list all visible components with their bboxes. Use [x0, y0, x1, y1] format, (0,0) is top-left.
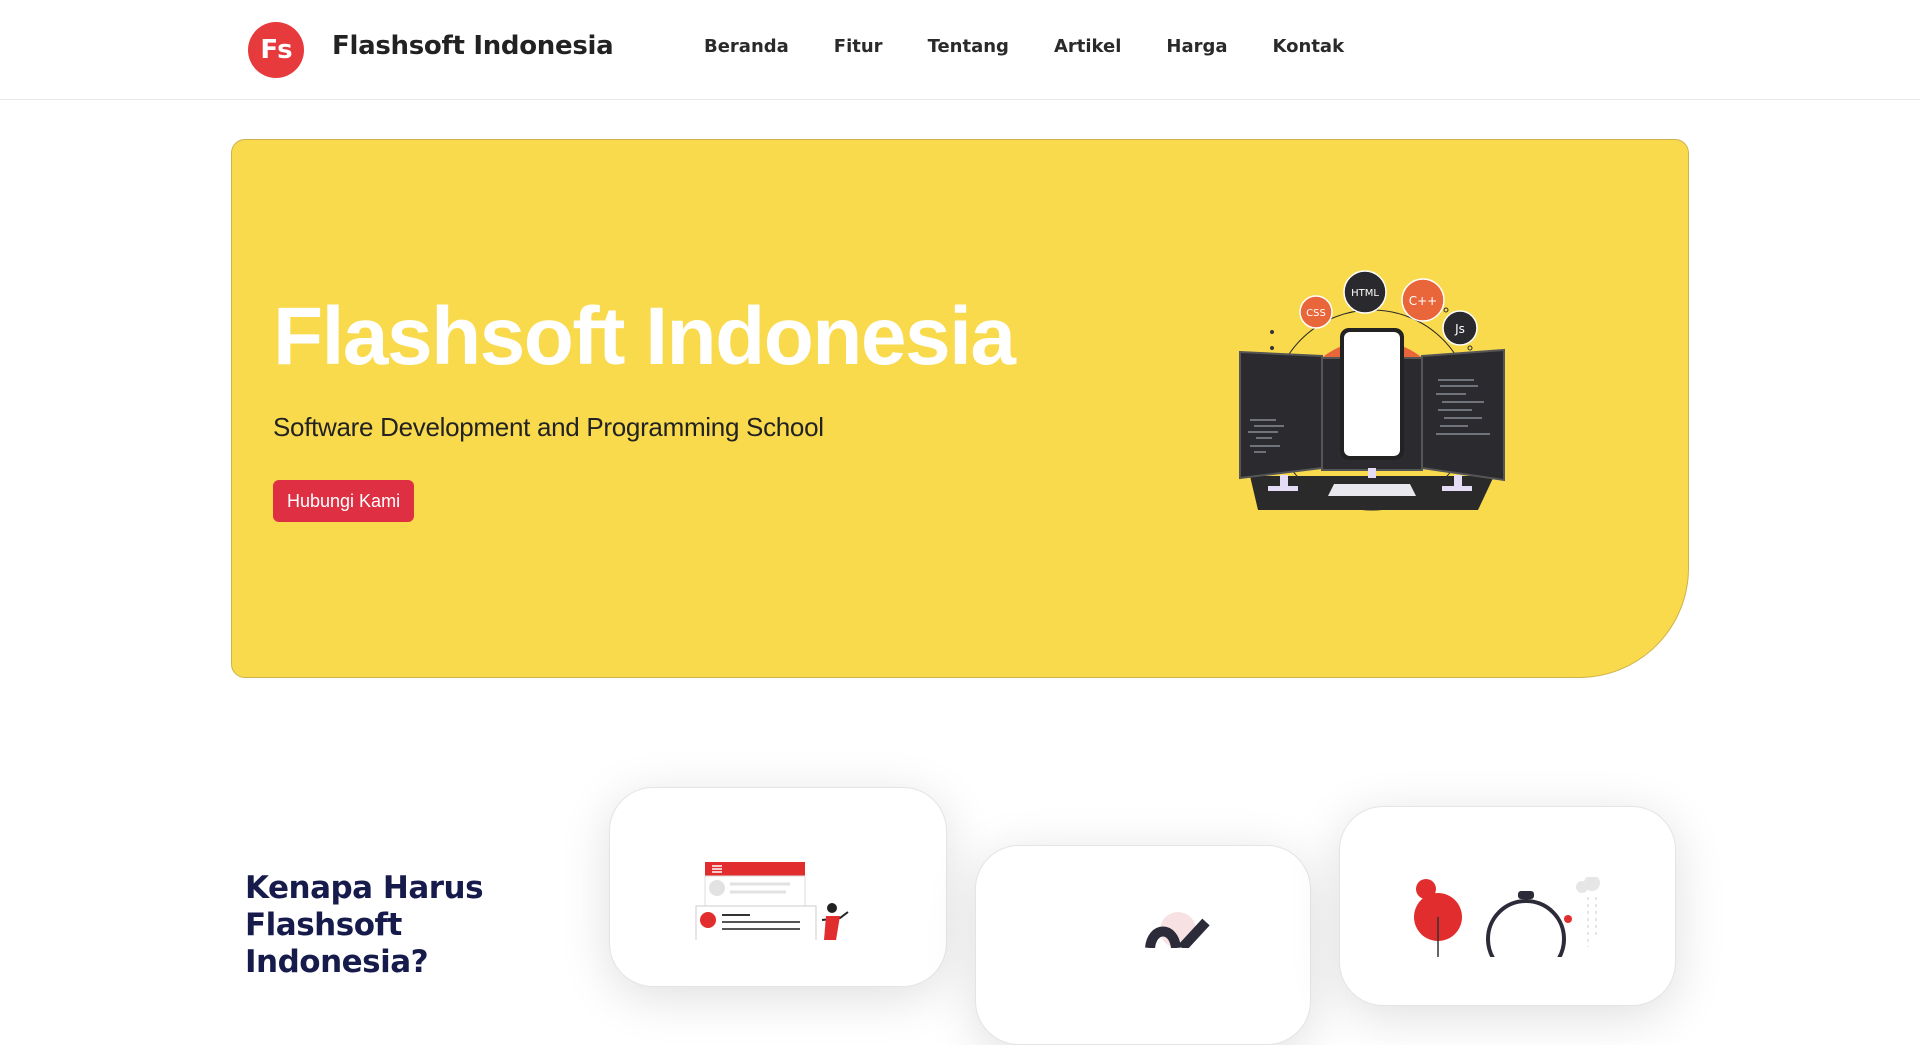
js-badge-label: Js [1454, 322, 1465, 336]
logo[interactable]: Fs [248, 22, 304, 78]
hero-title: Flashsoft Indonesia [273, 291, 1016, 382]
feature-card [975, 845, 1311, 1045]
contact-us-button[interactable]: Hubungi Kami [273, 480, 415, 522]
brand-name[interactable]: Flashsoft Indonesia [332, 31, 614, 61]
stopwatch-illustration [1414, 877, 1600, 957]
html-badge-label: HTML [1351, 288, 1379, 299]
coding-setup-illustration: CSS HTML C++ Js [1239, 270, 1505, 511]
nav-item-beranda[interactable]: Beranda [704, 36, 789, 57]
feature-card [609, 787, 947, 987]
hero-subtitle: Software Development and Programming Sch… [273, 412, 824, 442]
top-navbar: Fs Flashsoft Indonesia Beranda Fitur Ten… [0, 0, 1920, 100]
nav-item-tentang[interactable]: Tentang [928, 36, 1009, 57]
cpp-badge-label: C++ [1409, 294, 1438, 308]
why-choose-title: Kenapa Harus Flashsoft Indonesia? [245, 870, 484, 980]
css-badge-label: CSS [1306, 308, 1326, 319]
feature-card [1339, 806, 1676, 1006]
hero-banner: Flashsoft Indonesia Software Development… [231, 139, 1689, 678]
nav-item-artikel[interactable]: Artikel [1054, 36, 1121, 57]
percent-illustration [1145, 912, 1210, 948]
nav-item-harga[interactable]: Harga [1166, 36, 1227, 57]
nav-item-kontak[interactable]: Kontak [1273, 36, 1345, 57]
nav-item-fitur[interactable]: Fitur [834, 36, 883, 57]
main-nav: Beranda Fitur Tentang Artikel Harga Kont… [704, 36, 1389, 57]
online-course-illustration [695, 862, 849, 940]
